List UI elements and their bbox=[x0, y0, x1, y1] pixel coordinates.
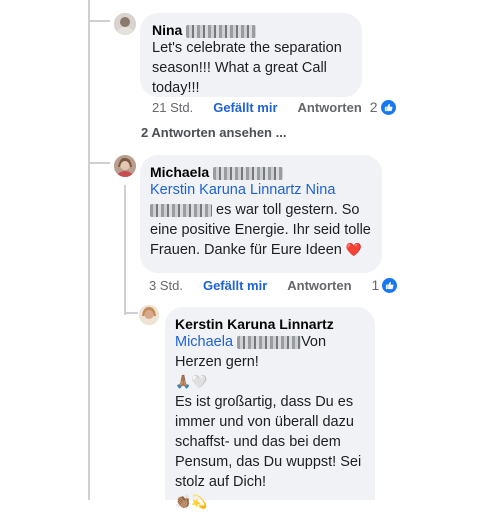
thread-connector bbox=[124, 312, 138, 314]
reaction-count[interactable]: 1 bbox=[372, 277, 380, 293]
timestamp[interactable]: 21 Std. bbox=[152, 100, 193, 115]
author-name[interactable]: Michaela bbox=[150, 164, 209, 180]
comment-author: Nina bbox=[152, 22, 350, 38]
comment-author: Michaela bbox=[150, 164, 372, 180]
redacted-name bbox=[237, 335, 302, 349]
reaction-count[interactable]: 2 bbox=[370, 99, 378, 115]
author-name[interactable]: Kerstin Karuna Linnartz bbox=[175, 316, 365, 332]
like-button[interactable]: Gefällt mir bbox=[213, 100, 277, 115]
comment-text: Kerstin Karuna Linnartz Nina es war toll… bbox=[150, 180, 372, 260]
reply-button[interactable]: Antworten bbox=[298, 100, 362, 115]
comment-bubble: Kerstin Karuna Linnartz Michaela Von Her… bbox=[165, 307, 375, 509]
clapping-hands-icon: 👏🏽💫 bbox=[175, 494, 208, 509]
redacted-name bbox=[213, 166, 284, 180]
thread-connector bbox=[90, 162, 110, 164]
view-replies-link[interactable]: 2 Antworten ansehen ... bbox=[141, 125, 286, 140]
thread-connector bbox=[90, 20, 110, 22]
comment-bubble: Michaela Kerstin Karuna Linnartz Nina es… bbox=[140, 155, 382, 273]
avatar[interactable] bbox=[114, 155, 136, 177]
comment-actions: 3 Std. Gefällt mir Antworten 1 bbox=[149, 277, 398, 293]
redacted-name bbox=[150, 203, 212, 217]
author-name[interactable]: Nina bbox=[152, 22, 182, 38]
comment-text: Michaela Von Herzen gern! bbox=[175, 332, 365, 372]
avatar[interactable] bbox=[114, 13, 136, 35]
redacted-name bbox=[186, 24, 257, 38]
thread-line bbox=[88, 0, 90, 500]
mention-link[interactable]: Kerstin Karuna Linnartz Nina bbox=[150, 182, 335, 198]
comment-actions: 21 Std. Gefällt mir Antworten 2 bbox=[152, 99, 396, 115]
reply-button[interactable]: Antworten bbox=[287, 278, 351, 293]
mention-link[interactable]: Michaela bbox=[175, 334, 233, 350]
comment-bubble: Nina Let's celebrate the separation seas… bbox=[140, 13, 362, 97]
comment-text: Let's celebrate the separation season!!!… bbox=[152, 40, 342, 96]
comment-text-body: Es ist großartig, dass Du es immer und v… bbox=[175, 394, 362, 490]
timestamp[interactable]: 3 Std. bbox=[149, 278, 183, 293]
thumbs-up-icon[interactable] bbox=[380, 99, 396, 115]
praying-hands-icon: 🙏🏽🤍 bbox=[175, 374, 208, 389]
like-button[interactable]: Gefällt mir bbox=[203, 278, 267, 293]
thumbs-up-icon[interactable] bbox=[382, 277, 398, 293]
heart-icon: ❤️ bbox=[345, 242, 363, 257]
thread-line-nested bbox=[124, 185, 126, 315]
avatar[interactable] bbox=[139, 305, 159, 325]
